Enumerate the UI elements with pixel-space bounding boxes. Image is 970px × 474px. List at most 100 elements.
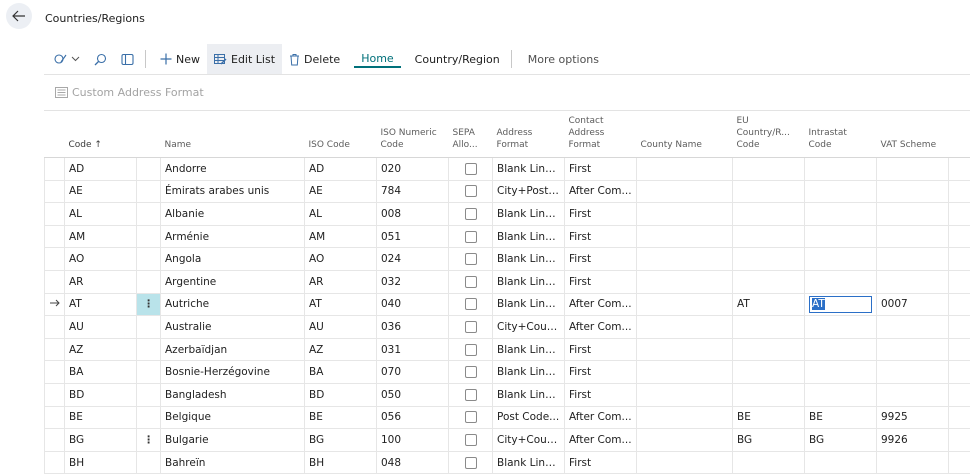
iso-numeric-code-cell[interactable]: 784 (377, 180, 449, 203)
tab-home[interactable]: Home (354, 50, 400, 68)
header-intrastat-code[interactable]: IntrastatCode (805, 111, 877, 158)
county-name-cell[interactable] (637, 158, 733, 181)
sepa-allowed-cell[interactable] (449, 338, 493, 361)
iso-code-cell[interactable]: AD (305, 158, 377, 181)
address-format-cell[interactable]: Blank Line... (493, 383, 565, 406)
county-name-cell[interactable] (637, 338, 733, 361)
eu-country-region-code-cell[interactable] (733, 270, 805, 293)
iso-numeric-code-cell[interactable]: 031 (377, 338, 449, 361)
intrastat-code-cell[interactable] (805, 225, 877, 248)
county-name-cell[interactable] (637, 225, 733, 248)
sepa-allowed-checkbox[interactable] (465, 185, 477, 197)
county-name-cell[interactable] (637, 429, 733, 452)
iso-code-cell[interactable]: BG (305, 429, 377, 452)
sepa-allowed-cell[interactable] (449, 293, 493, 316)
row-actions-menu[interactable] (137, 451, 161, 474)
iso-numeric-code-cell[interactable]: 020 (377, 158, 449, 181)
intrastat-code-input[interactable]: AT (809, 296, 872, 313)
county-name-cell[interactable] (637, 451, 733, 474)
sepa-allowed-checkbox[interactable] (465, 344, 477, 356)
contact-address-format-cell[interactable]: First (565, 225, 637, 248)
code-cell[interactable]: BE (65, 406, 137, 429)
iso-code-cell[interactable]: AT (305, 293, 377, 316)
contact-address-format-cell[interactable]: After Com... (565, 429, 637, 452)
contact-address-format-cell[interactable]: First (565, 270, 637, 293)
name-cell[interactable]: Bangladesh (161, 383, 305, 406)
county-name-cell[interactable] (637, 383, 733, 406)
eu-country-region-code-cell[interactable] (733, 180, 805, 203)
intrastat-code-cell[interactable] (805, 338, 877, 361)
personalize-menu-button[interactable] (44, 44, 87, 74)
eu-country-region-code-cell[interactable] (733, 248, 805, 271)
contact-address-format-cell[interactable]: After Com... (565, 293, 637, 316)
intrastat-code-cell[interactable] (805, 270, 877, 293)
contact-address-format-cell[interactable]: First (565, 338, 637, 361)
row-actions-menu[interactable] (137, 248, 161, 271)
vat-scheme-cell[interactable] (877, 361, 949, 384)
name-cell[interactable]: Émirats arabes unis (161, 180, 305, 203)
address-format-cell[interactable]: City+Coun... (493, 316, 565, 339)
contact-address-format-cell[interactable]: After Com... (565, 406, 637, 429)
vat-scheme-cell[interactable] (877, 383, 949, 406)
sepa-allowed-checkbox[interactable] (465, 389, 477, 401)
table-row[interactable]: BG⋮BulgarieBG100City+Coun...After Com...… (45, 429, 970, 452)
header-code[interactable]: Code ↑ (65, 111, 137, 158)
eu-country-region-code-cell[interactable] (733, 338, 805, 361)
row-actions-menu[interactable] (137, 361, 161, 384)
row-actions-menu[interactable] (137, 180, 161, 203)
intrastat-code-cell[interactable] (805, 158, 877, 181)
iso-code-cell[interactable]: AL (305, 203, 377, 226)
name-cell[interactable]: Arménie (161, 225, 305, 248)
eu-country-region-code-cell[interactable] (733, 361, 805, 384)
header-iso-numeric-code[interactable]: ISO NumericCode (377, 111, 449, 158)
intrastat-code-cell[interactable] (805, 316, 877, 339)
header-sepa-allowed[interactable]: SEPAAllo... (449, 111, 493, 158)
name-cell[interactable]: Bulgarie (161, 429, 305, 452)
code-cell[interactable]: AM (65, 225, 137, 248)
header-eu-country-region-code[interactable]: EUCountry/R...Code (733, 111, 805, 158)
vat-scheme-cell[interactable] (877, 338, 949, 361)
intrastat-code-cell[interactable]: AT (805, 293, 877, 316)
table-row[interactable]: AEÉmirats arabes unisAE784City+Post ...A… (45, 180, 970, 203)
county-name-cell[interactable] (637, 180, 733, 203)
contact-address-format-cell[interactable]: After Com... (565, 180, 637, 203)
table-row[interactable]: ARArgentineAR032Blank Line...First (45, 270, 970, 293)
iso-numeric-code-cell[interactable]: 008 (377, 203, 449, 226)
header-name[interactable]: Name (161, 111, 305, 158)
search-button[interactable] (87, 44, 114, 74)
sepa-allowed-checkbox[interactable] (465, 366, 477, 378)
address-format-cell[interactable]: Blank Line... (493, 203, 565, 226)
address-format-cell[interactable]: Blank Line... (493, 338, 565, 361)
county-name-cell[interactable] (637, 203, 733, 226)
row-actions-menu[interactable] (137, 158, 161, 181)
iso-code-cell[interactable]: BH (305, 451, 377, 474)
iso-numeric-code-cell[interactable]: 100 (377, 429, 449, 452)
eu-country-region-code-cell[interactable]: BG (733, 429, 805, 452)
iso-numeric-code-cell[interactable]: 051 (377, 225, 449, 248)
header-iso-code[interactable]: ISO Code (305, 111, 377, 158)
county-name-cell[interactable] (637, 293, 733, 316)
name-cell[interactable]: Australie (161, 316, 305, 339)
intrastat-code-cell[interactable]: BE (805, 406, 877, 429)
code-cell[interactable]: AE (65, 180, 137, 203)
vat-scheme-cell[interactable] (877, 158, 949, 181)
code-cell[interactable]: AO (65, 248, 137, 271)
address-format-cell[interactable]: Blank Line... (493, 270, 565, 293)
county-name-cell[interactable] (637, 361, 733, 384)
header-county-name[interactable]: County Name (637, 111, 733, 158)
iso-code-cell[interactable]: AE (305, 180, 377, 203)
sepa-allowed-cell[interactable] (449, 203, 493, 226)
vat-scheme-cell[interactable] (877, 225, 949, 248)
iso-numeric-code-cell[interactable]: 048 (377, 451, 449, 474)
address-format-cell[interactable]: City+Post ... (493, 180, 565, 203)
iso-code-cell[interactable]: BE (305, 406, 377, 429)
sepa-allowed-checkbox[interactable] (465, 411, 477, 423)
sepa-allowed-cell[interactable] (449, 248, 493, 271)
contact-address-format-cell[interactable]: First (565, 383, 637, 406)
row-actions-menu[interactable]: ⋮ (137, 429, 161, 452)
address-format-cell[interactable]: Blank Line... (493, 158, 565, 181)
eu-country-region-code-cell[interactable] (733, 225, 805, 248)
vat-scheme-cell[interactable] (877, 451, 949, 474)
name-cell[interactable]: Azerbaïdjan (161, 338, 305, 361)
code-cell[interactable]: AU (65, 316, 137, 339)
